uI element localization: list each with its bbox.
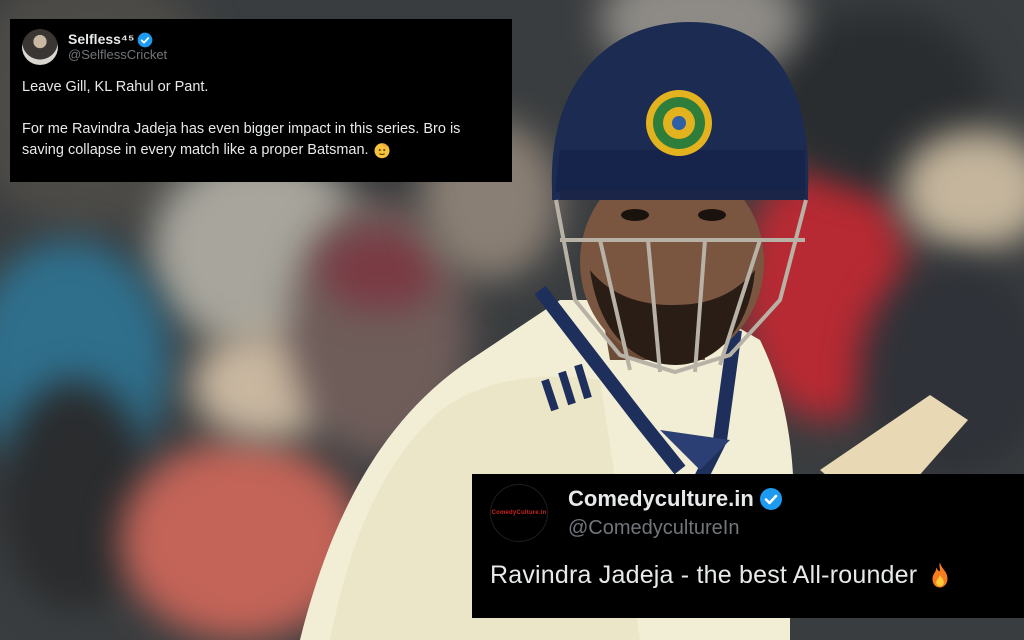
display-name[interactable]: Selfless⁴⁵ xyxy=(68,31,134,47)
tweet-card-comedyculture[interactable]: ComedyCulture.in Comedyculture.in @Comed… xyxy=(472,474,1024,618)
tweet-text: Leave Gill, KL Rahul or Pant. For me Rav… xyxy=(22,77,500,161)
avatar[interactable]: ComedyCulture.in xyxy=(490,484,548,542)
saluting-face-icon xyxy=(374,143,390,159)
tweet-text: Ravindra Jadeja - the best All-rounder xyxy=(490,560,1006,590)
verified-badge-icon xyxy=(138,32,153,47)
tweet-header: ComedyCulture.in Comedyculture.in @Comed… xyxy=(490,484,1006,542)
tweet-line-2: For me Ravindra Jadeja has even bigger i… xyxy=(22,119,500,161)
tweet-header: Selfless⁴⁵ @SelflessCricket xyxy=(22,29,500,65)
user-handle[interactable]: @SelflessCricket xyxy=(68,47,167,63)
avatar-logo-text: ComedyCulture.in xyxy=(491,510,547,516)
verified-badge-icon xyxy=(759,487,782,510)
avatar[interactable] xyxy=(22,29,58,65)
tweet-line-2-text: For me Ravindra Jadeja has even bigger i… xyxy=(22,121,461,158)
fire-icon xyxy=(932,562,948,588)
tweet-line-1: Leave Gill, KL Rahul or Pant. xyxy=(22,79,209,95)
tweet-text-content: Ravindra Jadeja - the best All-rounder xyxy=(490,560,918,589)
user-handle[interactable]: @ComedycultureIn xyxy=(568,516,783,540)
tweet-card-selfless-cricket[interactable]: Selfless⁴⁵ @SelflessCricket Leave Gill, … xyxy=(10,19,512,182)
display-name[interactable]: Comedyculture.in xyxy=(568,486,754,512)
